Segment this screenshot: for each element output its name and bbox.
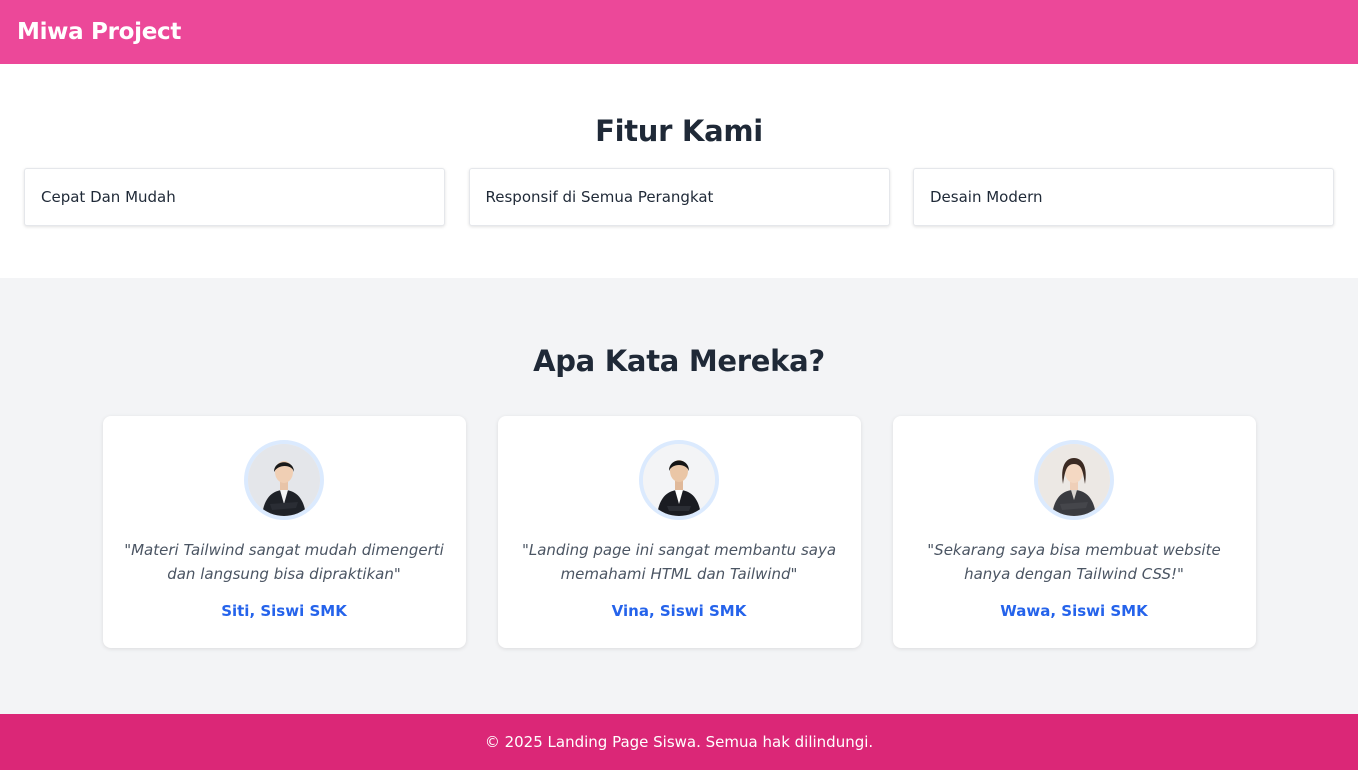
testimonial-card: "Landing page ini sangat membantu saya m…	[497, 416, 861, 648]
testimonial-author: Siti, Siswi SMK	[221, 602, 347, 620]
testimonials-title: Apa Kata Mereka?	[533, 344, 825, 378]
testimonial-quote: "Sekarang saya bisa membuat website hany…	[927, 541, 1221, 583]
testimonial-card: "Sekarang saya bisa membuat website hany…	[892, 416, 1256, 648]
feature-list: Cepat Dan Mudah Responsif di Semua Peran…	[0, 168, 1358, 226]
testimonial-quote: "Materi Tailwind sangat mudah dimengerti…	[124, 541, 444, 583]
woman-portrait-avatar-icon	[639, 440, 719, 520]
testimonial-author: Wawa, Siswi SMK	[1000, 602, 1148, 620]
footer-copyright: © 2025 Landing Page Siswa. Semua hak dil…	[484, 733, 874, 751]
testimonial-card: "Materi Tailwind sangat mudah dimengerti…	[102, 416, 466, 648]
features-title: Fitur Kami	[595, 114, 763, 148]
woman-portrait-avatar-icon	[244, 440, 324, 520]
woman-portrait-avatar-icon	[1034, 440, 1114, 520]
navbar: Miwa Project	[0, 0, 1358, 64]
footer: © 2025 Landing Page Siswa. Semua hak dil…	[0, 714, 1358, 770]
testimonial-list: "Materi Tailwind sangat mudah dimengerti…	[0, 416, 1358, 648]
testimonial-author: Vina, Siswi SMK	[611, 602, 747, 620]
testimonials-section: Apa Kata Mereka? "Materi Tailwind sangat…	[0, 278, 1358, 714]
feature-card: Desain Modern	[913, 168, 1334, 226]
feature-card: Responsif di Semua Perangkat	[468, 168, 890, 226]
feature-card: Cepat Dan Mudah	[24, 168, 445, 226]
testimonial-quote: "Landing page ini sangat membantu saya m…	[521, 541, 837, 583]
features-section: Fitur Kami Cepat Dan Mudah Responsif di …	[0, 64, 1358, 278]
brand-logo-text[interactable]: Miwa Project	[17, 19, 181, 45]
